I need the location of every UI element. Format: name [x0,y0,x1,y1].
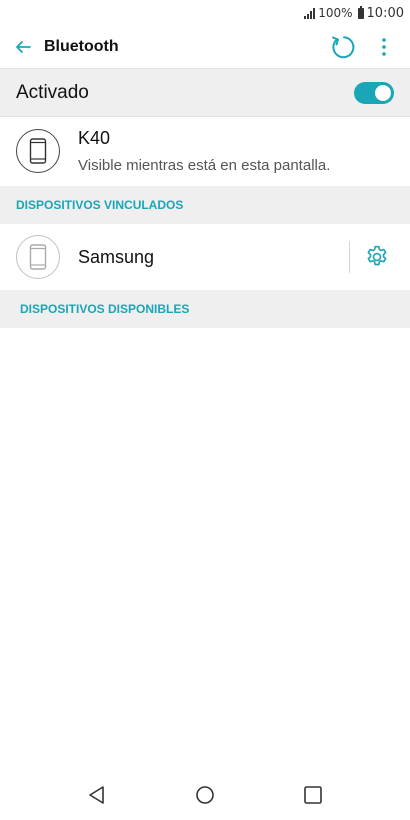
paired-device-settings-button[interactable] [360,240,394,274]
gear-icon [367,245,387,266]
square-recents-icon [304,786,322,804]
bluetooth-toggle-row[interactable]: Activado [0,68,410,117]
phone-icon [29,138,47,164]
status-time: 10:00 [366,5,404,21]
status-bar: 100% 10:00 [0,0,410,26]
this-device-row: K40 Visible mientras está en esta pantal… [0,116,410,186]
section-header-available: DISPOSITIVOS DISPONIBLES [0,290,410,328]
refresh-icon [332,36,355,59]
back-button[interactable] [6,30,40,64]
this-device-text: K40 Visible mientras está en esta pantal… [78,128,330,174]
divider [349,241,350,273]
circle-home-icon [196,786,214,804]
section-header-paired: DISPOSITIVOS VINCULADOS [0,186,410,224]
page-title: Bluetooth [44,38,119,55]
battery-icon [357,5,364,19]
paired-device-row[interactable]: Samsung [0,224,410,290]
refresh-button[interactable] [324,29,360,65]
battery-percent: 100% [318,6,353,20]
system-nav-bar [0,772,410,818]
device-visibility-text: Visible mientras está en esta pantalla. [78,157,331,174]
device-avatar [16,129,60,173]
more-options-button[interactable] [366,29,402,65]
paired-device-name: Samsung [78,246,155,267]
bluetooth-toggle-switch[interactable] [354,81,394,104]
nav-home-button[interactable] [190,780,220,810]
paired-device-avatar [16,235,60,279]
more-vert-icon [382,38,386,56]
toggle-knob [375,84,391,101]
app-bar: Bluetooth [0,26,410,68]
toggle-label: Activado [16,81,89,103]
signal-icon [304,7,316,19]
nav-back-button[interactable] [82,780,112,810]
device-name: K40 [78,128,111,148]
triangle-back-icon [89,786,104,804]
phone-icon [29,244,47,270]
arrow-left-icon [16,41,31,53]
nav-recents-button[interactable] [298,780,328,810]
